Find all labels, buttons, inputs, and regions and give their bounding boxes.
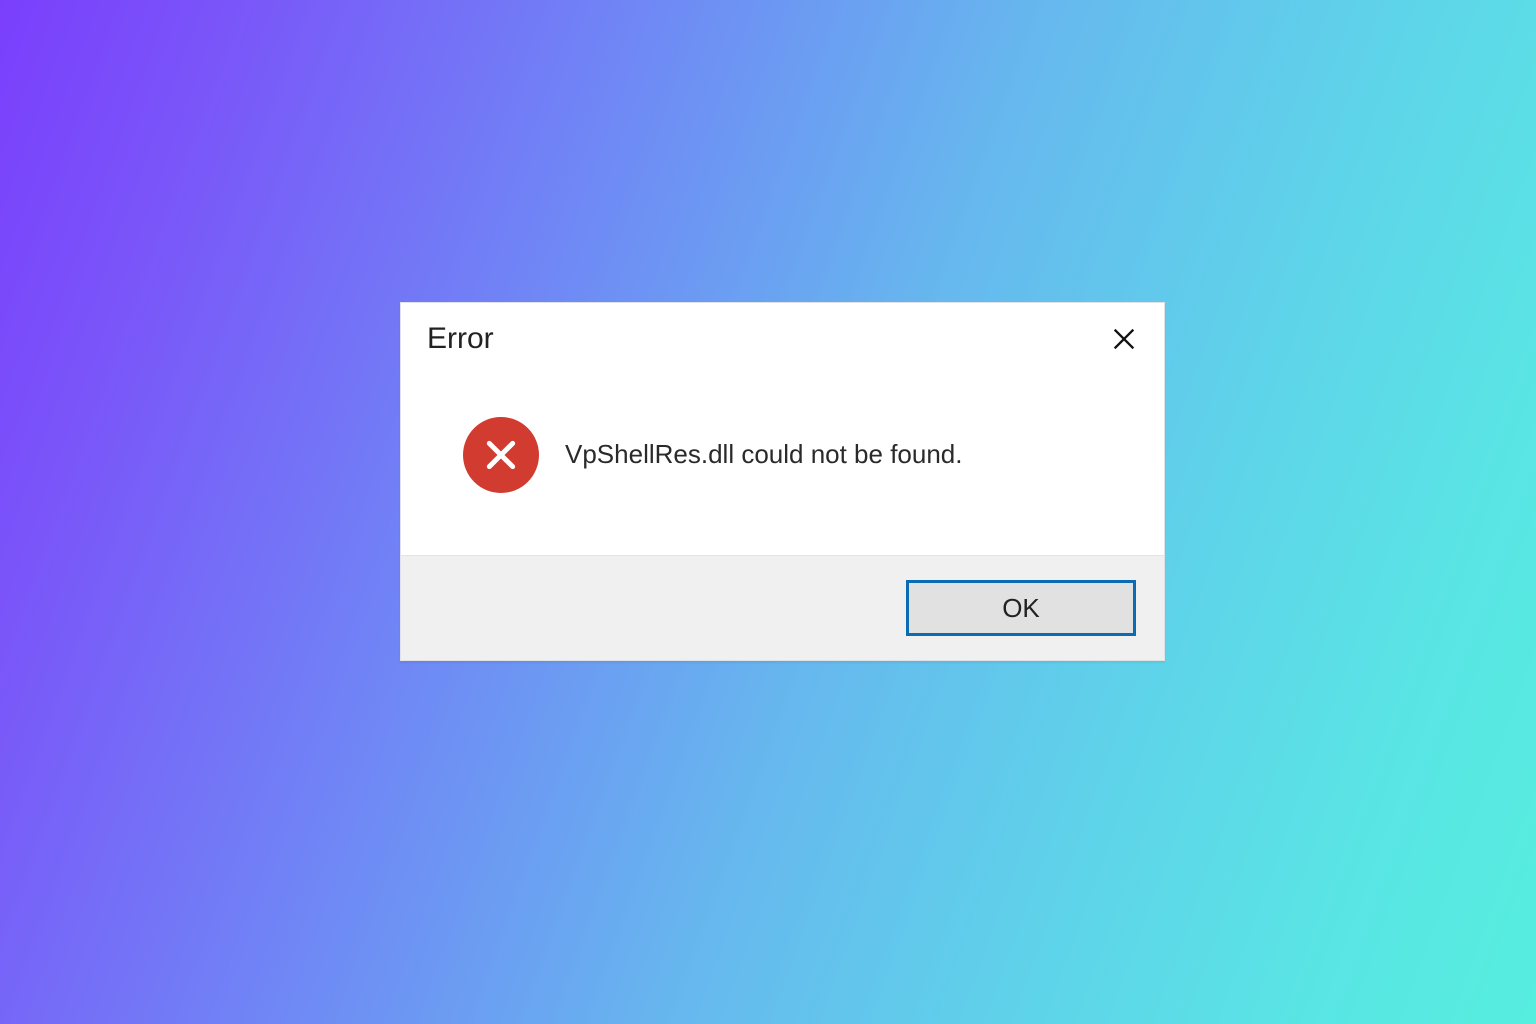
button-bar: OK (401, 555, 1164, 660)
error-dialog: Error VpShellRes.dll could not be found.… (400, 302, 1165, 661)
close-icon (1110, 325, 1138, 353)
dialog-content: VpShellRes.dll could not be found. (401, 375, 1164, 555)
close-button[interactable] (1102, 317, 1146, 361)
ok-button[interactable]: OK (906, 580, 1136, 636)
titlebar: Error (401, 303, 1164, 375)
error-message: VpShellRes.dll could not be found. (565, 438, 963, 472)
error-icon (463, 417, 539, 493)
dialog-title: Error (427, 322, 494, 356)
